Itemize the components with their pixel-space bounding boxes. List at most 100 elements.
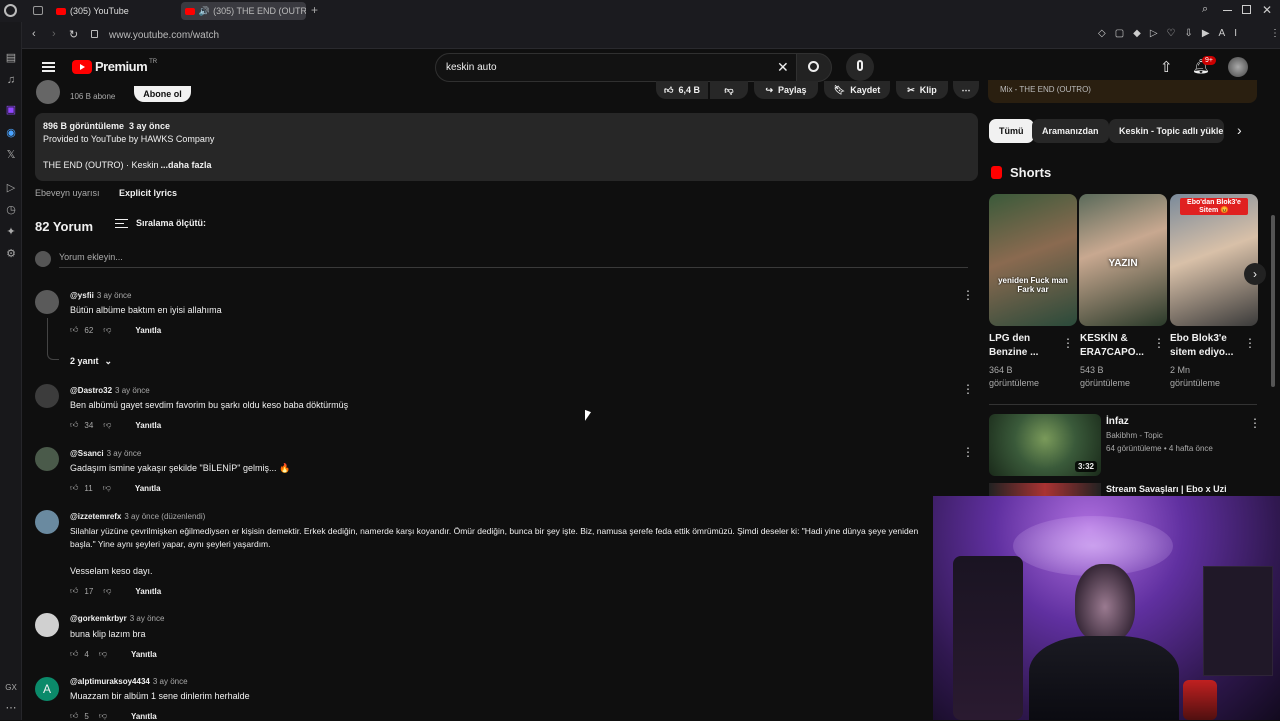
chip-channel-uploads[interactable]: Keskin - Topic adlı yükle xyxy=(1109,119,1224,143)
channel-avatar[interactable] xyxy=(36,80,60,104)
short-title[interactable]: KESKİN & ERA7CAPO... xyxy=(1080,332,1145,360)
clip-button[interactable]: ✂ Klip xyxy=(896,81,948,99)
mix-card[interactable]: Mix - THE END (OUTRO) xyxy=(988,80,1257,103)
twitch-icon[interactable]: ▣ xyxy=(3,102,19,118)
thumbs-down-icon[interactable]: 👎︎ xyxy=(103,420,111,430)
back-icon[interactable]: ‹ xyxy=(32,28,36,40)
url-field[interactable]: www.youtube.com/watch xyxy=(109,30,219,41)
thumbs-down-icon[interactable]: 👎︎ xyxy=(103,483,111,493)
menu-icon[interactable]: ⋮ xyxy=(1270,28,1280,39)
voice-search-button[interactable] xyxy=(846,53,874,81)
upload-icon[interactable]: ⇧ xyxy=(1160,58,1173,76)
messenger-icon[interactable]: ◉ xyxy=(3,125,19,141)
comment-avatar[interactable] xyxy=(35,290,59,314)
thumbs-up-icon[interactable]: 👍︎ xyxy=(70,325,78,335)
search-button[interactable] xyxy=(796,53,832,82)
thumbs-down-icon[interactable]: 👎︎ xyxy=(103,325,111,335)
music-icon[interactable]: ♫ xyxy=(3,72,19,88)
chips-next-icon[interactable]: › xyxy=(1237,122,1242,138)
minimize-icon[interactable] xyxy=(1223,10,1232,11)
short-thumbnail[interactable]: YAZIN xyxy=(1079,194,1167,326)
comment-author[interactable]: @ysfii 3 ay önce xyxy=(70,291,132,300)
short-menu-icon[interactable]: ⋮ xyxy=(1153,337,1165,349)
tab-tiles-icon[interactable] xyxy=(33,6,43,15)
history-icon[interactable]: ◷ xyxy=(3,202,19,218)
aria-icon[interactable]: ▤ xyxy=(3,50,19,66)
account-avatar[interactable] xyxy=(1228,57,1248,77)
advisory-value[interactable]: Explicit lyrics xyxy=(119,188,177,198)
search-box[interactable]: keskin auto ✕ xyxy=(435,53,797,82)
video-title[interactable]: Stream Savaşları | Ebo x Uzi xyxy=(1106,484,1227,494)
tab-the-end[interactable]: 🔊 (305) THE END (OUTR xyxy=(181,2,306,20)
like-button[interactable]: 👍︎ 6,4 B xyxy=(656,81,708,99)
comment-avatar[interactable] xyxy=(35,384,59,408)
reply-button[interactable]: Yanıtla xyxy=(135,326,161,335)
toolbar-extension-icons[interactable]: ◇▢◆▷♡⇩▶AI xyxy=(1098,28,1246,39)
comment-author[interactable]: @gorkemkrbyr 3 ay önce xyxy=(70,614,164,623)
comment-author[interactable]: @Dastro32 3 ay önce xyxy=(70,386,150,395)
comment-avatar[interactable]: A xyxy=(35,677,59,701)
replies-toggle[interactable]: 2 yanıt ⌄ xyxy=(70,356,112,367)
comment-avatar[interactable] xyxy=(35,510,59,534)
short-menu-icon[interactable]: ⋮ xyxy=(1062,337,1074,349)
player-icon[interactable]: ▷ xyxy=(3,180,19,196)
short-thumbnail[interactable]: Ebo'dan Blok3'e Sitem 😡 xyxy=(1170,194,1258,326)
chip-from-search[interactable]: Aramanızdan xyxy=(1032,119,1109,143)
description-box[interactable]: 896 B görüntüleme 3 ay önce Provided to … xyxy=(35,113,978,181)
close-window-icon[interactable]: ✕ xyxy=(1262,3,1272,17)
reply-button[interactable]: Yanıtla xyxy=(131,650,157,659)
video-title[interactable]: İnfaz xyxy=(1106,416,1129,427)
gx-icon[interactable]: GX xyxy=(3,680,19,696)
short-title[interactable]: LPG den Benzine ... xyxy=(989,332,1064,360)
search-tabs-icon[interactable]: ⌕ xyxy=(1202,3,1208,16)
comment-author[interactable]: @izzetemrefx 3 ay önce (düzenlendi) xyxy=(70,512,205,521)
sort-button[interactable]: Sıralama ölçütü: xyxy=(115,218,206,228)
page-scrollbar[interactable] xyxy=(1271,215,1275,387)
tab-youtube[interactable]: (305) YouTube xyxy=(52,2,178,20)
short-menu-icon[interactable]: ⋮ xyxy=(1244,337,1256,349)
video-menu-icon[interactable]: ⋮ xyxy=(1249,417,1261,429)
short-thumbnail[interactable]: yeniden Fuck man Fark var xyxy=(989,194,1077,326)
short-title[interactable]: Ebo Blok3'e sitem ediyo... xyxy=(1170,332,1238,360)
reply-button[interactable]: Yanıtla xyxy=(131,712,157,721)
restore-icon[interactable] xyxy=(1242,5,1251,14)
more-icon[interactable]: ⋯ xyxy=(3,700,19,716)
reply-button[interactable]: Yanıtla xyxy=(135,421,161,430)
hamburger-menu-icon[interactable] xyxy=(42,62,55,72)
video-thumbnail[interactable]: 3:32 xyxy=(989,414,1101,476)
comment-avatar[interactable] xyxy=(35,447,59,471)
reload-icon[interactable]: ↻ xyxy=(69,28,78,41)
comment-menu-icon[interactable]: ⋮ xyxy=(962,383,974,395)
subscribe-button[interactable]: Abone ol xyxy=(134,86,191,102)
dislike-button[interactable]: 👎︎ xyxy=(710,81,748,99)
video-channel[interactable]: Bakibhm - Topic xyxy=(1106,431,1163,440)
reply-button[interactable]: Yanıtla xyxy=(135,587,161,596)
share-button[interactable]: ↪ Paylaş xyxy=(754,81,818,99)
add-comment-input[interactable]: Yorum ekleyin... xyxy=(59,252,968,268)
opera-logo-icon[interactable] xyxy=(4,4,17,17)
forward-icon[interactable]: › xyxy=(52,28,56,40)
youtube-logo[interactable]: Premium TR xyxy=(72,59,157,74)
save-button[interactable]: 🔖︎ Kaydet xyxy=(824,81,890,99)
thumbs-up-icon[interactable]: 👍︎ xyxy=(70,649,78,659)
comment-menu-icon[interactable]: ⋮ xyxy=(962,289,974,301)
thumbs-down-icon[interactable]: 👎︎ xyxy=(103,586,111,596)
search-input[interactable]: keskin auto xyxy=(446,62,497,73)
chip-all[interactable]: Tümü xyxy=(989,119,1034,143)
comment-menu-icon[interactable]: ⋮ xyxy=(962,446,974,458)
extensions-icon[interactable]: ✦ xyxy=(3,224,19,240)
thumbs-up-icon[interactable]: 👍︎ xyxy=(70,586,78,596)
show-more-link[interactable]: ...daha fazla xyxy=(161,160,212,170)
thumbs-up-icon[interactable]: 👍︎ xyxy=(70,420,78,430)
more-actions-button[interactable]: ⋯ xyxy=(953,81,979,99)
reply-button[interactable]: Yanıtla xyxy=(135,484,161,493)
thumbs-up-icon[interactable]: 👍︎ xyxy=(70,483,78,493)
clear-search-icon[interactable]: ✕ xyxy=(777,59,789,76)
new-tab-icon[interactable]: + xyxy=(311,3,318,17)
speaker-icon[interactable]: 🔊 xyxy=(199,6,210,17)
comment-author[interactable]: @Ssanci 3 ay önce xyxy=(70,449,141,458)
thumbs-down-icon[interactable]: 👎︎ xyxy=(99,649,107,659)
shorts-next-icon[interactable]: › xyxy=(1244,263,1266,285)
x-icon[interactable]: 𝕏 xyxy=(3,147,19,163)
comment-author[interactable]: @alptimuraksoy4434 3 ay önce xyxy=(70,677,188,686)
